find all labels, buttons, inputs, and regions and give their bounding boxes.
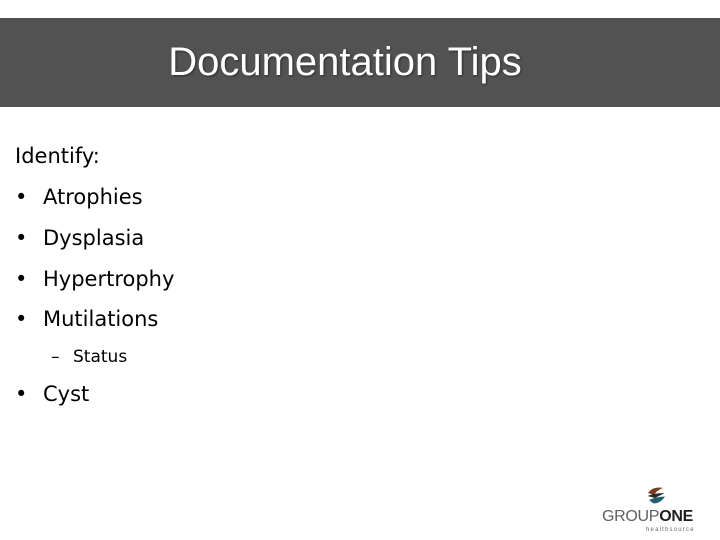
sub-bullet-marker: – bbox=[51, 347, 60, 367]
logo-tagline: healthsource bbox=[646, 527, 695, 533]
bullet-text: Dysplasia bbox=[43, 226, 145, 250]
bullet-text: Atrophies bbox=[43, 185, 143, 209]
logo-wordmark: GROUPONE bbox=[602, 508, 693, 526]
intro-text: Identify: bbox=[15, 144, 100, 168]
bullet-marker: • bbox=[15, 307, 28, 331]
slide: Documentation Tips Identify: • Atrophies… bbox=[0, 0, 720, 540]
bullet-marker: • bbox=[15, 267, 28, 291]
logo-word-group: GROUP bbox=[602, 508, 660, 525]
company-logo: GROUPONE healthsource bbox=[600, 484, 715, 536]
bullet-text: Cyst bbox=[43, 382, 90, 406]
bullet-marker: • bbox=[15, 382, 28, 406]
sub-bullet-text: Status bbox=[73, 347, 128, 367]
bullet-text: Mutilations bbox=[43, 307, 159, 331]
logo-word-one: ONE bbox=[659, 508, 693, 525]
bullet-marker: • bbox=[15, 226, 28, 250]
bullet-text: Hypertrophy bbox=[43, 267, 175, 291]
swirl-globe-icon bbox=[646, 485, 666, 505]
bullet-marker: • bbox=[15, 185, 28, 209]
slide-title: Documentation Tips bbox=[168, 40, 522, 84]
